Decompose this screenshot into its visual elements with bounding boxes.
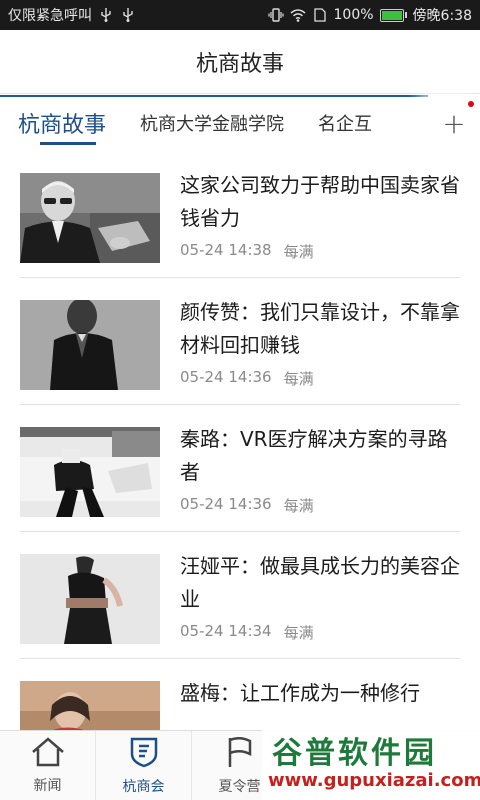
list-item[interactable]: 这家公司致力于帮助中国卖家省钱省力 05-24 14:38 每满 <box>0 151 480 278</box>
article-title: 汪娅平：做最具成长力的美容企业 <box>180 554 460 611</box>
battery-percent: 100% <box>333 7 374 23</box>
watermark-url: www.gupuxiazai.com <box>268 770 480 791</box>
article-source: 每满 <box>283 624 314 642</box>
status-bar: 仅限紧急呼叫 100% 傍晚6:38 <box>0 0 480 30</box>
page-title: 杭商故事 <box>195 51 284 77</box>
flag-icon <box>224 736 256 772</box>
nav-news[interactable]: 新闻 <box>0 731 96 800</box>
article-meta: 05-24 14:36 每满 <box>180 368 314 389</box>
add-channel-button[interactable]: + <box>428 95 480 151</box>
woman-on-sofa-photo <box>20 427 160 517</box>
site-watermark: 谷普软件园 www.gupuxiazai.com <box>262 726 480 800</box>
plus-icon: + <box>442 106 466 140</box>
nav-hangshang-club[interactable]: 杭商会 <box>96 731 192 800</box>
woman-black-dress-photo <box>20 554 160 644</box>
shield-icon <box>128 736 160 772</box>
carrier-text: 仅限紧急呼叫 <box>8 8 92 24</box>
list-item[interactable]: 颜传赞：我们只靠设计，不靠拿材料回扣赚钱 05-24 14:36 每满 <box>0 278 480 405</box>
tab-label: 杭商大学金融学院 <box>140 114 285 135</box>
man-in-suit-photo <box>20 300 160 390</box>
list-item[interactable]: 汪娅平：做最具成长力的美容企业 05-24 14:34 每满 <box>0 532 480 659</box>
article-source: 每满 <box>283 370 314 388</box>
nav-label: 新闻 <box>33 777 62 794</box>
tab-label: 名企互 <box>318 114 373 135</box>
battery-icon <box>379 8 407 22</box>
article-date: 05-24 14:34 <box>180 622 272 640</box>
article-source: 每满 <box>283 497 314 515</box>
article-title: 盛梅：让工作成为一种修行 <box>180 681 420 705</box>
article-date: 05-24 14:38 <box>180 241 272 259</box>
article-date: 05-24 14:36 <box>180 368 272 386</box>
man-with-glasses-photo <box>20 173 160 263</box>
app-header: 杭商故事 <box>0 30 480 94</box>
tab-label: 杭商故事 <box>18 113 107 138</box>
article-date: 05-24 14:36 <box>180 495 272 513</box>
article-meta: 05-24 14:34 每满 <box>180 622 314 643</box>
tab-famous-companies[interactable]: 名企互 <box>318 95 380 151</box>
document-icon <box>312 7 328 23</box>
watermark-brand: 谷普软件园 <box>272 736 437 771</box>
article-title: 颜传赞：我们只靠设计，不靠拿材料回扣赚钱 <box>180 300 460 357</box>
wifi-icon <box>290 7 306 23</box>
tab-finance-college[interactable]: 杭商大学金融学院 <box>140 95 284 151</box>
list-item[interactable]: 秦路：VR医疗解决方案的寻路者 05-24 14:36 每满 <box>0 405 480 532</box>
article-list: 这家公司致力于帮助中国卖家省钱省力 05-24 14:38 每满 颜传赞：我们只… <box>0 151 480 786</box>
tab-hangshang-story[interactable]: 杭商故事 <box>0 95 106 151</box>
category-tabs: 杭商故事 杭商大学金融学院 名企互 + <box>0 95 480 151</box>
article-meta: 05-24 14:38 每满 <box>180 241 314 262</box>
active-tab-indicator <box>40 142 96 145</box>
article-title: 这家公司致力于帮助中国卖家省钱省力 <box>180 173 460 230</box>
notification-dot <box>468 101 474 107</box>
article-title: 秦路：VR医疗解决方案的寻路者 <box>180 427 448 484</box>
vibrate-icon <box>267 7 284 23</box>
article-meta: 05-24 14:36 每满 <box>180 495 314 516</box>
usb-debug-icon <box>120 7 136 23</box>
house-icon <box>30 736 66 771</box>
nav-label: 杭商会 <box>122 778 165 795</box>
clock: 傍晚6:38 <box>412 8 472 24</box>
usb-icon <box>98 7 114 23</box>
article-source: 每满 <box>283 243 314 261</box>
nav-label: 夏令营 <box>218 778 261 795</box>
